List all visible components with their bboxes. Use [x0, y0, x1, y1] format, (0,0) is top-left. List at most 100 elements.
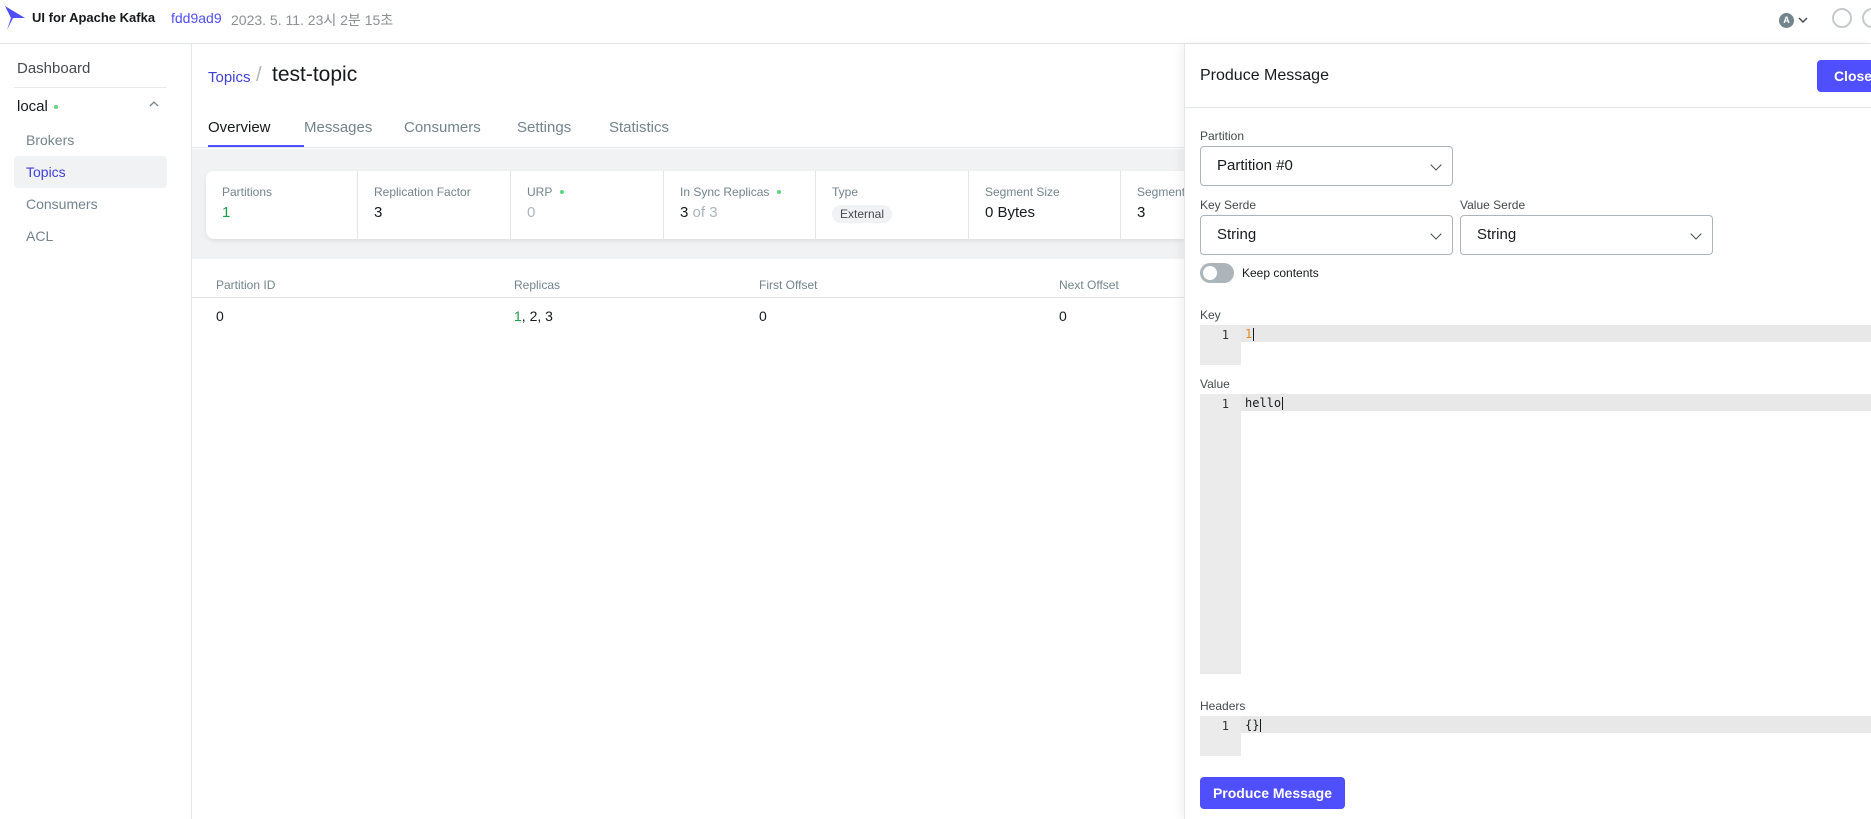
text-cursor	[1260, 719, 1262, 732]
stat-label: Partitions	[222, 185, 273, 199]
github-icon[interactable]	[1832, 8, 1852, 28]
editor-gutter	[1200, 394, 1241, 674]
tab-settings[interactable]: Settings	[517, 119, 571, 147]
tab-statistics[interactable]: Statistics	[609, 119, 669, 147]
in-sync-count: 3	[680, 204, 689, 221]
stat-label: Segment Size	[985, 185, 1060, 199]
column-header[interactable]: Next Offset	[1059, 278, 1119, 292]
cluster-name: local	[17, 98, 48, 115]
stat-value: 3	[1137, 204, 1146, 221]
toggle-knob	[1203, 266, 1217, 280]
stat-in-sync-replicas: In Sync Replicas 3 of 3	[664, 171, 816, 239]
sidebar-item-dashboard[interactable]: Dashboard	[17, 60, 90, 77]
partition-select[interactable]: Partition #0	[1200, 146, 1453, 186]
line-number: 1	[1221, 719, 1229, 733]
stat-label: In Sync Replicas	[680, 185, 799, 199]
stat-type: Type External	[816, 171, 969, 239]
column-header[interactable]: Partition ID	[216, 278, 275, 292]
table-row: 0 1, 2, 3 0 0	[192, 300, 1184, 336]
key-label: Key	[1200, 308, 1221, 322]
sidebar-item-consumers[interactable]: Consumers	[14, 188, 167, 220]
in-sync-total: of 3	[692, 204, 718, 221]
key-serde-value: String	[1217, 226, 1257, 243]
value-serde-label: Value Serde	[1460, 198, 1526, 212]
stat-value: 0	[527, 204, 536, 221]
user-menu[interactable]: A	[1779, 10, 1815, 30]
headers-editor[interactable]: 1 {}	[1200, 716, 1871, 756]
partition-select-value: Partition #0	[1217, 157, 1293, 174]
sidebar-cluster-local[interactable]: local	[17, 98, 167, 115]
keep-contents-toggle[interactable]	[1200, 263, 1234, 283]
replica-list: , 2, 3	[521, 308, 553, 324]
column-header[interactable]: Replicas	[514, 278, 560, 292]
partitions-table-header: Partition ID Replicas First Offset Next …	[192, 270, 1184, 298]
sidebar-item-acl[interactable]: ACL	[14, 220, 167, 252]
close-button[interactable]: Close	[1817, 60, 1871, 92]
active-line	[1241, 716, 1871, 733]
key-serde-select[interactable]: String	[1200, 215, 1453, 255]
partition-id-cell: 0	[216, 308, 224, 324]
key-content: 1	[1245, 327, 1255, 341]
column-header[interactable]: First Offset	[759, 278, 817, 292]
value-editor[interactable]: 1 hello	[1200, 394, 1871, 674]
stat-segment-count: Segment 3	[1121, 171, 1184, 239]
stat-label: Replication Factor	[374, 185, 471, 199]
stat-urp: URP 0	[511, 171, 664, 239]
value-label: Value	[1200, 377, 1230, 391]
type-badge: External	[832, 205, 893, 223]
version-link[interactable]: fdd9ad9	[171, 10, 222, 26]
page-title: test-topic	[272, 63, 358, 86]
next-offset-cell: 0	[1059, 308, 1067, 324]
chevron-down-icon	[1798, 17, 1808, 24]
value-content: hello	[1245, 396, 1284, 410]
first-offset-cell: 0	[759, 308, 767, 324]
stat-segment-size: Segment Size 0 Bytes	[969, 171, 1121, 239]
cluster-status-dot	[53, 104, 58, 109]
value-serde-select[interactable]: String	[1460, 215, 1713, 255]
headers-content: {}	[1245, 718, 1262, 732]
sidebar: Dashboard local Brokers Topics Consumers…	[0, 44, 192, 819]
active-line	[1241, 394, 1871, 411]
status-dot	[560, 190, 565, 194]
stats-card: Partitions 1 Replication Factor 3 URP 0 …	[206, 171, 1184, 239]
produce-message-button[interactable]: Produce Message	[1200, 777, 1345, 809]
stat-label-text: In Sync Replicas	[680, 185, 770, 199]
key-editor[interactable]: 1 1	[1200, 325, 1871, 365]
active-line	[1241, 325, 1871, 342]
app-title[interactable]: UI for Apache Kafka	[32, 10, 155, 25]
status-dot	[777, 190, 782, 194]
keep-contents-label: Keep contents	[1242, 266, 1319, 280]
produce-message-panel: Produce Message Close Partition Partitio…	[1184, 44, 1871, 819]
chevron-down-icon	[1430, 228, 1442, 240]
tab-messages[interactable]: Messages	[304, 119, 372, 147]
panel-title: Produce Message	[1200, 67, 1329, 84]
stat-replication-factor: Replication Factor 3	[358, 171, 511, 239]
build-date: 2023. 5. 11. 23시 2분 15초	[231, 12, 394, 28]
chevron-down-icon	[1430, 159, 1442, 171]
headers-text: {}	[1245, 718, 1260, 732]
discord-icon[interactable]	[1862, 8, 1871, 28]
breadcrumb-topics-link[interactable]: Topics	[208, 69, 251, 86]
line-number: 1	[1221, 397, 1229, 411]
replicas-cell: 1, 2, 3	[514, 308, 553, 324]
key-text: 1	[1245, 327, 1253, 341]
sidebar-divider	[14, 87, 167, 88]
breadcrumb-separator: /	[256, 64, 262, 86]
sidebar-item-topics[interactable]: Topics	[14, 156, 167, 188]
stat-label: Type	[832, 185, 859, 199]
panel-divider	[1185, 107, 1871, 108]
value-text: hello	[1245, 396, 1282, 410]
stat-value: 3	[374, 204, 383, 221]
replica-leader: 1	[514, 308, 522, 324]
tab-overview[interactable]: Overview	[208, 119, 304, 147]
partition-label: Partition	[1200, 129, 1245, 143]
chevron-down-icon	[1690, 228, 1702, 240]
tab-consumers[interactable]: Consumers	[404, 119, 481, 147]
line-number: 1	[1221, 328, 1229, 342]
stat-value: 3 of 3	[680, 204, 799, 221]
stat-label-text: URP	[527, 185, 553, 199]
sidebar-item-brokers[interactable]: Brokers	[14, 124, 167, 156]
chevron-up-icon[interactable]	[149, 100, 159, 108]
headers-label: Headers	[1200, 699, 1246, 713]
kafka-logo-icon[interactable]	[3, 4, 27, 32]
